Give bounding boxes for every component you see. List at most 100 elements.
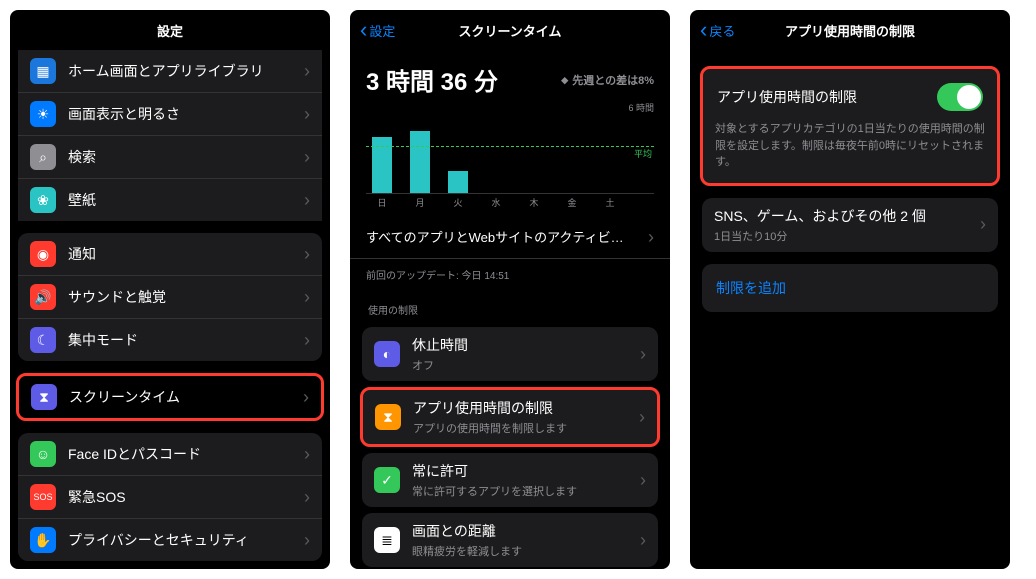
back-label: 設定 xyxy=(369,21,395,40)
chart-xlabel: 金 xyxy=(562,196,582,209)
row-label: ホーム画面とアプリライブラリ xyxy=(68,61,304,81)
section-header-limits: 使用の制限 xyxy=(350,290,670,321)
row-label: 通知 xyxy=(68,244,304,264)
settings-row[interactable]: ☾集中モード xyxy=(18,319,322,361)
chart-xlabel: 火 xyxy=(448,196,468,209)
screentime-content[interactable]: 3 時間 36 分 先週との差は8% 6 時間 平均 日月火水木金土 すべてのア… xyxy=(350,50,670,569)
sos-icon: SOS xyxy=(30,484,56,510)
row-sub: 眼精疲労を軽減します xyxy=(412,543,640,559)
usage-chart: 平均 xyxy=(366,114,654,194)
switch-card: アプリ使用時間の制限 対象とするアプリカテゴリの1日当たりの使用時間の制限を設定… xyxy=(700,66,1000,186)
limit-card: ≣画面との距離眼精疲労を軽減します xyxy=(362,513,658,567)
all-activity-row[interactable]: すべてのアプリとWebサイトのアクティビ… xyxy=(350,217,670,259)
row-label: 検索 xyxy=(68,147,304,167)
hourglass-icon: ⧗ xyxy=(375,404,401,430)
chevron-right-icon xyxy=(304,287,310,308)
row-label: 画面表示と明るさ xyxy=(68,104,304,124)
row-sub: オフ xyxy=(412,357,640,373)
settings-row[interactable]: ⌕ 検索 xyxy=(18,136,322,179)
chart-xlabel: 木 xyxy=(524,196,544,209)
row-label: 集中モード xyxy=(68,330,304,350)
settings-content[interactable]: ▦ホーム画面とアプリライブラリ ☀ 画面表示と明るさ ⌕ 検索 ❀壁紙 ◉ 通知 🔊サウンドと触… xyxy=(10,50,330,569)
limit-row[interactable]: ✓常に許可常に許可するアプリを選択します xyxy=(362,453,658,507)
settings-row[interactable]: 🔊サウンドと触覚 xyxy=(18,276,322,319)
limit-row[interactable]: ≣画面との距離眼精疲労を軽減します xyxy=(362,513,658,567)
settings-row[interactable]: ❀壁紙 xyxy=(18,179,322,221)
limit-item-row[interactable]: SNS、ゲーム、およびその他 2 個 1日当たり10分 xyxy=(702,198,998,252)
nav-bar: 設定 xyxy=(10,10,330,50)
activity-label: すべてのアプリとWebサイトのアクティビ… xyxy=(366,227,624,248)
nav-title: 設定 xyxy=(157,21,183,40)
limit-item-card: SNS、ゲーム、およびその他 2 個 1日当たり10分 xyxy=(702,198,998,252)
chart-xlabel: 水 xyxy=(486,196,506,209)
chart-bar xyxy=(410,131,430,194)
row-sub: 常に許可するアプリを選択します xyxy=(412,483,640,499)
nav-title: アプリ使用時間の制限 xyxy=(785,21,915,40)
settings-row[interactable]: SOS緊急SOS xyxy=(18,476,322,519)
chart-max-label: 6 時間 xyxy=(366,101,654,114)
limit-item-label: SNS、ゲーム、およびその他 2 個 xyxy=(714,206,980,226)
app-limits-screen: 戻る アプリ使用時間の制限 アプリ使用時間の制限 対象とするアプリカテゴリの1日… xyxy=(690,10,1010,569)
chevron-right-icon xyxy=(640,530,646,551)
app-limits-toggle[interactable] xyxy=(937,83,983,111)
bell-icon: ◉ xyxy=(30,241,56,267)
chevron-right-icon xyxy=(304,530,310,551)
app-limits-content[interactable]: アプリ使用時間の制限 対象とするアプリカテゴリの1日当たりの使用時間の制限を設定… xyxy=(690,50,1010,569)
settings-row[interactable]: ☀ 画面表示と明るさ xyxy=(18,93,322,136)
search-icon: ⌕ xyxy=(30,144,56,170)
back-label: 戻る xyxy=(709,21,735,40)
settings-row[interactable]: ▦ホーム画面とアプリライブラリ xyxy=(18,50,322,93)
settings-group: ☺ Face IDとパスコード SOS緊急SOS✋プライバシーとセキュリティ xyxy=(18,433,322,561)
back-button[interactable]: 戻る xyxy=(700,17,735,43)
chevron-right-icon xyxy=(304,330,310,351)
chart-bar xyxy=(448,171,468,194)
app-limits-switch-row[interactable]: アプリ使用時間の制限 xyxy=(703,69,997,121)
limit-card: ⧗アプリ使用時間の制限アプリの使用時間を制限します xyxy=(360,387,660,447)
speaker-icon: 🔊 xyxy=(30,284,56,310)
faceid-icon: ☺ xyxy=(30,441,56,467)
row-label: 画面との距離 xyxy=(412,521,640,541)
settings-screen: 設定 ▦ホーム画面とアプリライブラリ ☀ 画面表示と明るさ ⌕ 検索 ❀壁紙 ◉ 通知 🔊サウン… xyxy=(10,10,330,569)
row-label: スクリーンタイム xyxy=(69,387,303,407)
nav-bar: 戻る アプリ使用時間の制限 xyxy=(690,10,1010,50)
chevron-left-icon xyxy=(700,17,707,43)
chevron-right-icon xyxy=(304,487,310,508)
limit-card: ◐休止時間オフ xyxy=(362,327,658,381)
delta-text: 先週との差は8% xyxy=(572,72,654,88)
row-label: 休止時間 xyxy=(412,335,640,355)
settings-row[interactable]: ✋プライバシーとセキュリティ xyxy=(18,519,322,561)
row-label: アプリ使用時間の制限 xyxy=(413,398,639,418)
add-limit-button[interactable]: 制限を追加 xyxy=(702,264,998,312)
avg-line: 平均 xyxy=(366,146,654,160)
chart-xlabel: 日 xyxy=(372,196,392,209)
chevron-right-icon xyxy=(304,190,310,211)
row-label: Face IDとパスコード xyxy=(68,444,304,464)
chevron-right-icon xyxy=(304,147,310,168)
chevron-right-icon xyxy=(639,407,645,428)
limit-row[interactable]: ⧗アプリ使用時間の制限アプリの使用時間を制限します xyxy=(363,390,657,444)
settings-row[interactable]: ☺ Face IDとパスコード xyxy=(18,433,322,476)
settings-row[interactable]: ◉ 通知 xyxy=(18,233,322,276)
settings-group: ▦ホーム画面とアプリライブラリ ☀ 画面表示と明るさ ⌕ 検索 ❀壁紙 xyxy=(18,50,322,221)
chevron-right-icon xyxy=(303,387,309,408)
limit-row[interactable]: ◐休止時間オフ xyxy=(362,327,658,381)
brightness-icon: ☀ xyxy=(30,101,56,127)
nav-title: スクリーンタイム xyxy=(458,21,561,40)
chevron-right-icon xyxy=(980,214,986,235)
limit-item-sub: 1日当たり10分 xyxy=(714,228,980,244)
back-button[interactable]: 設定 xyxy=(360,17,395,43)
chevron-right-icon xyxy=(304,244,310,265)
wallpaper-icon: ❀ xyxy=(30,187,56,213)
settings-row[interactable]: ⧗ スクリーンタイム xyxy=(19,376,321,418)
add-limit-card: 制限を追加 xyxy=(702,264,998,312)
time-value: 3 時間 36 分 xyxy=(366,62,498,97)
row-label: 常に許可 xyxy=(412,461,640,481)
chevron-right-icon xyxy=(304,61,310,82)
nav-bar: 設定 スクリーンタイム xyxy=(350,10,670,50)
hourglass-icon: ⧗ xyxy=(31,384,57,410)
total-time: 3 時間 36 分 先週との差は8% xyxy=(350,50,670,101)
chevron-right-icon xyxy=(304,444,310,465)
settings-group: ◉ 通知 🔊サウンドと触覚☾集中モード xyxy=(18,233,322,361)
chevron-left-icon xyxy=(360,17,367,43)
chevron-right-icon xyxy=(304,104,310,125)
